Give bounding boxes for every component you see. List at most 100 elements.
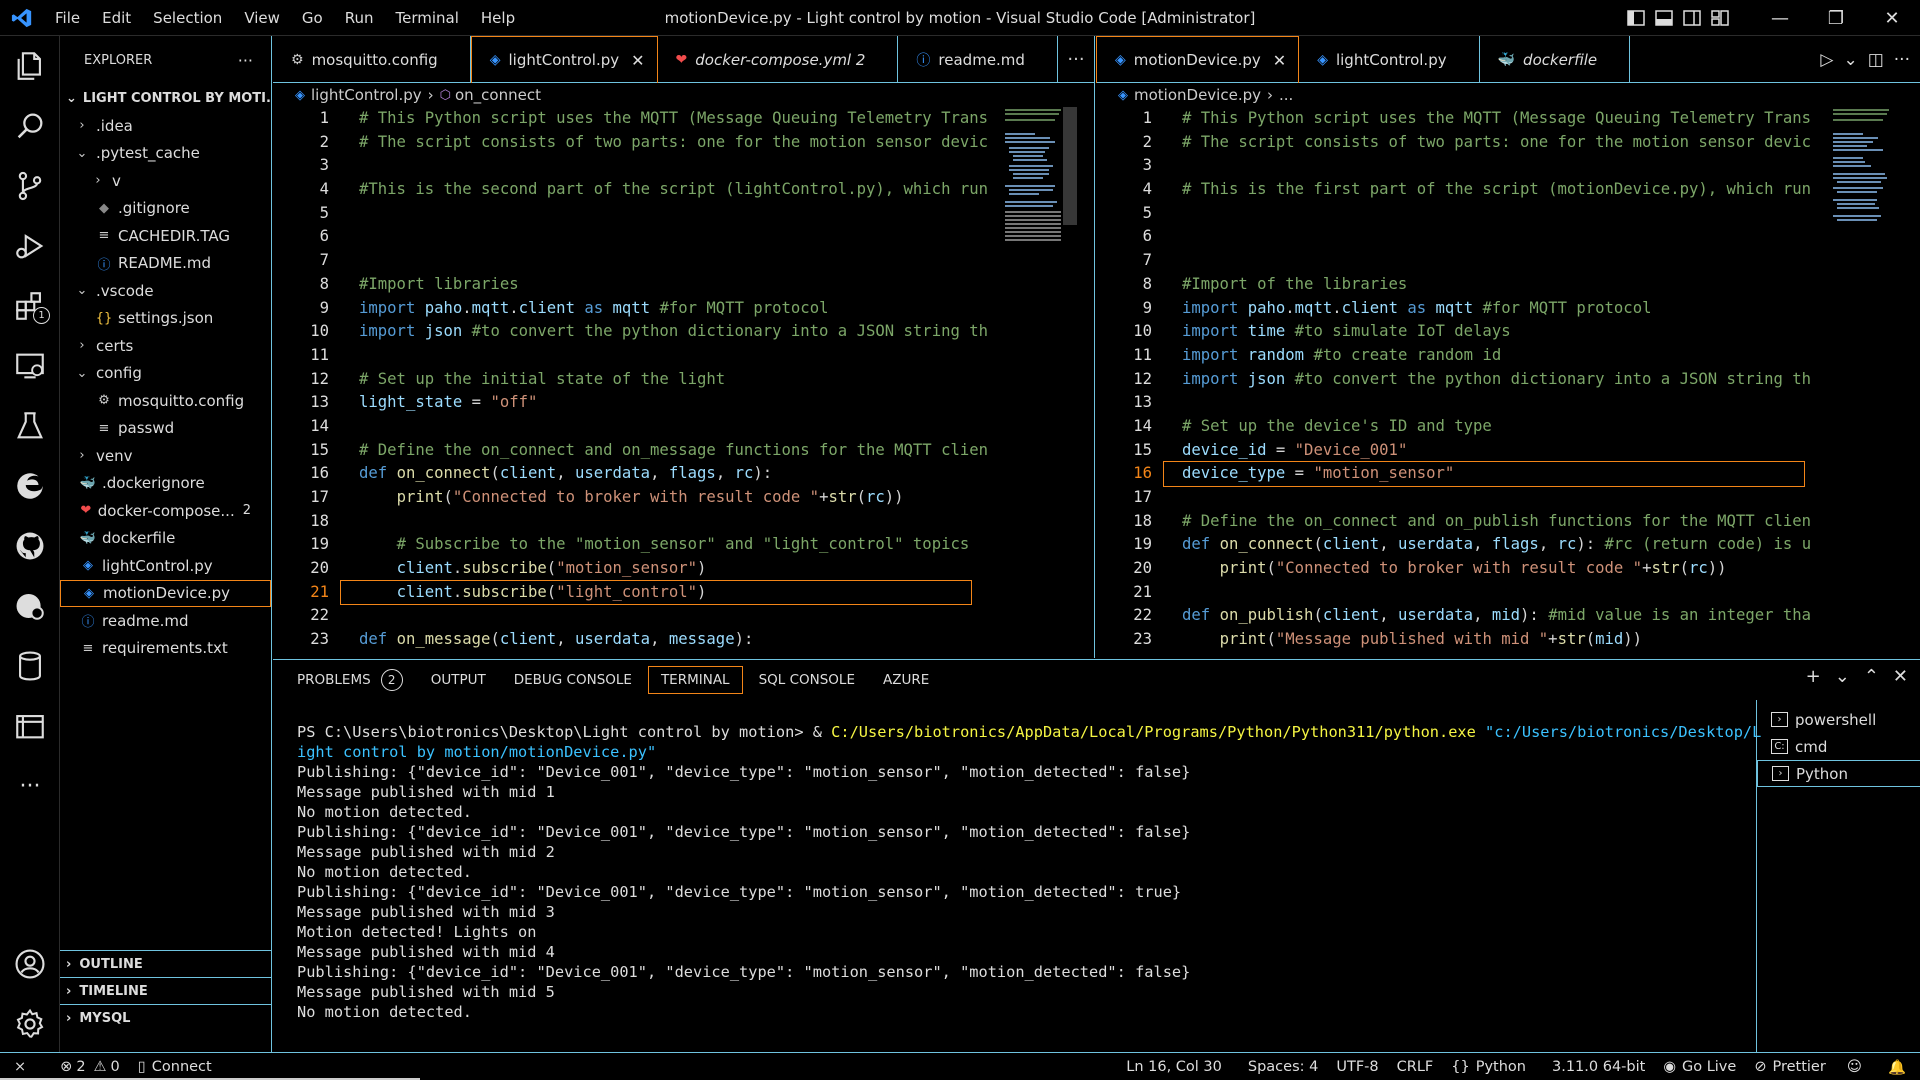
new-terminal-icon[interactable]: + — [1806, 666, 1821, 687]
menu-go[interactable]: Go — [291, 0, 334, 36]
run-python-icon[interactable]: ▷ — [1820, 50, 1833, 70]
tree-item[interactable]: ⓘ readme.md — [60, 607, 271, 635]
minimap-right[interactable] — [1833, 107, 1891, 267]
explorer-icon[interactable] — [0, 36, 60, 96]
timeline-section[interactable]: › TIMELINE — [60, 977, 272, 1004]
testing-icon[interactable] — [0, 396, 60, 456]
outline-section[interactable]: › OUTLINE — [60, 950, 272, 977]
tree-item[interactable]: › v — [60, 167, 271, 195]
menu-file[interactable]: File — [44, 0, 91, 36]
tree-item[interactable]: ⚙ mosquitto.config — [60, 387, 271, 415]
mysql-section[interactable]: › MYSQL — [60, 1004, 272, 1031]
scrollbar-left[interactable] — [1063, 107, 1077, 225]
tree-item[interactable]: ⌄ config — [60, 360, 271, 388]
menu-run[interactable]: Run — [334, 0, 385, 36]
menu-selection[interactable]: Selection — [142, 0, 233, 36]
extensions-icon[interactable]: 1 — [0, 276, 60, 336]
tab-docker-compose-yml-2[interactable]: ❤ docker-compose.yml 2 — [658, 36, 899, 83]
language-mode[interactable]: {} Python — [1442, 1053, 1535, 1080]
remote-explorer-icon[interactable] — [0, 336, 60, 396]
encoding[interactable]: UTF-8 — [1327, 1053, 1387, 1080]
menu-view[interactable]: View — [233, 0, 291, 36]
terminal-instance-python[interactable]: › Python — [1757, 760, 1920, 787]
feedback-icon[interactable]: ☺ — [1835, 1053, 1874, 1080]
menu-terminal[interactable]: Terminal — [385, 0, 470, 36]
go-live-button[interactable]: ◉ Go Live — [1654, 1053, 1745, 1080]
prettier-status[interactable]: ⊘ Prettier — [1745, 1053, 1835, 1080]
tab-lightcontrol-py[interactable]: ◈ lightControl.py — [1299, 36, 1480, 83]
edge-devtools-icon[interactable] — [0, 456, 60, 516]
minimap-left[interactable] — [1005, 107, 1063, 267]
run-debug-icon[interactable] — [0, 216, 60, 276]
tree-item[interactable]: ≡ CACHEDIR.TAG — [60, 222, 271, 250]
menu-edit[interactable]: Edit — [91, 0, 142, 36]
github-icon[interactable] — [0, 516, 60, 576]
tree-item[interactable]: ◈ motionDevice.py — [60, 579, 271, 607]
indentation[interactable]: Spaces: 4 — [1239, 1053, 1327, 1080]
customize-layout-icon[interactable] — [1706, 0, 1734, 36]
terminal-instance-powershell[interactable]: › powershell — [1757, 706, 1920, 733]
close-window-button[interactable]: ✕ — [1864, 0, 1920, 36]
end-of-line[interactable]: CRLF — [1388, 1053, 1443, 1080]
run-dropdown-icon[interactable]: ⌄ — [1843, 50, 1857, 70]
settings-gear-icon[interactable] — [0, 994, 60, 1054]
more-actions-icon[interactable]: ··· — [1058, 36, 1094, 82]
toggle-secondary-sidebar-icon[interactable] — [1678, 0, 1706, 36]
close-icon[interactable]: ✕ — [631, 51, 644, 70]
more-views-icon[interactable]: ··· — [0, 756, 60, 816]
restore-button[interactable]: ❐ — [1808, 0, 1864, 36]
explorer-more-icon[interactable]: ··· — [238, 51, 253, 70]
notifications-bell-icon[interactable]: 🔔 — [1874, 1053, 1920, 1080]
panel-tab-output[interactable]: OUTPUT — [419, 666, 498, 694]
remote-indicator[interactable]: ⨯ — [0, 1053, 35, 1080]
tree-item[interactable]: 🐳 .dockerignore — [60, 470, 271, 498]
minimize-button[interactable]: — — [1752, 0, 1808, 36]
tab-motiondevice-py[interactable]: ◈ motionDevice.py ✕ — [1096, 36, 1300, 83]
terminal-dropdown-icon[interactable]: ⌄ — [1835, 666, 1850, 687]
code-editor-left[interactable]: 1 # This Python script uses the MQTT (Mes… — [273, 107, 1094, 658]
close-panel-icon[interactable]: ✕ — [1893, 666, 1908, 687]
menu-help[interactable]: Help — [470, 0, 526, 36]
close-icon[interactable]: ✕ — [1273, 51, 1286, 70]
split-editor-icon[interactable]: ◫ — [1868, 50, 1884, 70]
source-control-icon[interactable] — [0, 156, 60, 216]
tree-item[interactable]: ❤ docker-compose... 2 — [60, 497, 271, 525]
tree-item[interactable]: ⓘ README.md — [60, 250, 271, 278]
tree-item[interactable]: ◆ .gitignore — [60, 195, 271, 223]
more-actions-icon[interactable]: ··· — [1894, 50, 1910, 70]
tree-item[interactable]: ◈ lightControl.py — [60, 552, 271, 580]
breadcrumb-item[interactable]: on_connect — [455, 86, 541, 104]
tab-dockerfile[interactable]: 🐳 dockerfile — [1480, 36, 1631, 83]
breadcrumb-item[interactable]: lightControl.py — [311, 86, 422, 104]
tree-item[interactable]: ⌄ .vscode — [60, 277, 271, 305]
tree-item[interactable]: ⌄ .pytest_cache — [60, 140, 271, 168]
python-interpreter[interactable]: 3.11.0 64-bit — [1543, 1053, 1654, 1080]
toggle-panel-icon[interactable] — [1650, 0, 1678, 36]
tree-item[interactable]: ≡ requirements.txt — [60, 635, 271, 663]
code-editor-right[interactable]: 1 # This Python script uses the MQTT (Mes… — [1096, 107, 1920, 658]
tree-item[interactable]: › .idea — [60, 112, 271, 140]
docker-explorer-icon[interactable] — [0, 696, 60, 756]
accounts-icon[interactable] — [0, 934, 60, 994]
tab-readme-md[interactable]: ⓘ readme.md — [898, 36, 1058, 83]
cursor-position[interactable]: Ln 16, Col 30 — [1117, 1053, 1231, 1080]
workspace-folder-header[interactable]: ⌄ LIGHT CONTROL BY MOTI... — [60, 84, 271, 112]
connect-button[interactable]: ▯ Connect — [129, 1053, 221, 1080]
tree-item[interactable]: ≡ passwd — [60, 415, 271, 443]
terminal-instance-cmd[interactable]: C: cmd — [1757, 733, 1920, 760]
toggle-primary-sidebar-icon[interactable] — [1622, 0, 1650, 36]
database-icon[interactable] — [0, 636, 60, 696]
breadcrumb-item[interactable]: motionDevice.py — [1134, 86, 1261, 104]
panel-tab-terminal[interactable]: TERMINAL — [647, 666, 743, 694]
github-actions-icon[interactable] — [0, 576, 60, 636]
breadcrumb-item[interactable]: ... — [1279, 86, 1293, 104]
panel-tab-sql-console[interactable]: SQL CONSOLE — [747, 666, 867, 694]
tab-lightcontrol-py[interactable]: ◈ lightControl.py ✕ — [470, 36, 658, 83]
panel-tab-debug-console[interactable]: DEBUG CONSOLE — [502, 666, 644, 694]
tab-mosquitto-config[interactable]: ⚙ mosquitto.config — [273, 36, 471, 83]
panel-tab-azure[interactable]: AZURE — [871, 666, 941, 694]
tree-item[interactable]: › venv — [60, 442, 271, 470]
tree-item[interactable]: 🐳 dockerfile — [60, 525, 271, 553]
search-icon[interactable] — [0, 96, 60, 156]
terminal-output[interactable]: PS C:\Users\biotronics\Desktop\Light con… — [297, 722, 1761, 1022]
